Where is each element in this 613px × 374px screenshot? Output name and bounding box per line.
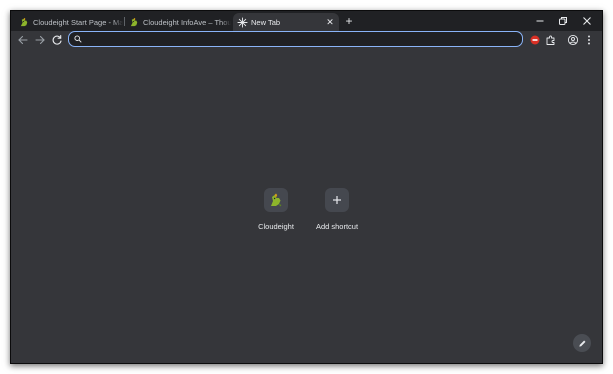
pencil-icon (578, 340, 585, 347)
new-tab-button[interactable]: + (343, 15, 355, 27)
tab-title-fade (221, 13, 231, 31)
new-tab-page: Cloudeight Add shortcut (11, 49, 602, 363)
profile-icon[interactable] (567, 34, 579, 46)
address-bar[interactable] (68, 31, 523, 47)
shortcut-label: Add shortcut (315, 222, 359, 231)
toolbar (11, 31, 602, 49)
reload-icon[interactable] (51, 34, 63, 46)
back-arrow-icon[interactable] (17, 34, 29, 46)
cloudeight-dog-icon (20, 17, 28, 26)
tab-title-fade (113, 13, 123, 31)
puzzle-extensions-icon[interactable] (545, 34, 557, 46)
shortcut-cloudeight[interactable]: Cloudeight (246, 188, 306, 231)
close-window-icon[interactable] (580, 14, 594, 28)
tab-title: Cloudeight Start Page - Make Cloudeight … (33, 17, 123, 27)
tab-cloudeight-start-page[interactable]: Cloudeight Start Page - Make Cloudeight … (15, 13, 123, 31)
address-input[interactable] (85, 33, 515, 44)
extension-icon[interactable] (529, 34, 541, 46)
forward-arrow-icon[interactable] (34, 34, 46, 46)
cloudeight-dog-icon (130, 17, 138, 26)
restore-icon[interactable] (556, 14, 570, 28)
tab-cloudeight-infoave[interactable]: Cloudeight InfoAve – Thousands of tips a… (125, 13, 231, 31)
new-tab-icon (237, 16, 248, 28)
customize-button[interactable] (573, 334, 591, 352)
minimize-icon[interactable] (533, 14, 547, 28)
search-icon (74, 35, 82, 43)
tab-title: New Tab (251, 17, 281, 27)
tab-strip: Cloudeight Start Page - Make Cloudeight … (11, 11, 602, 31)
shortcut-label: Cloudeight (258, 222, 294, 231)
more-menu-icon[interactable] (583, 34, 595, 46)
shortcut-tile (264, 188, 288, 212)
tab-title: Cloudeight InfoAve – Thousands of tips a… (143, 17, 231, 27)
tab-close-button[interactable]: ✕ (324, 16, 336, 28)
cloudeight-dog-icon (271, 193, 282, 207)
tab-new-tab[interactable]: New Tab ✕ (233, 13, 339, 31)
browser-window: Cloudeight Start Page - Make Cloudeight … (10, 10, 603, 364)
plus-icon (333, 196, 341, 204)
add-shortcut-button[interactable]: Add shortcut (307, 188, 367, 231)
shortcut-tile (325, 188, 349, 212)
